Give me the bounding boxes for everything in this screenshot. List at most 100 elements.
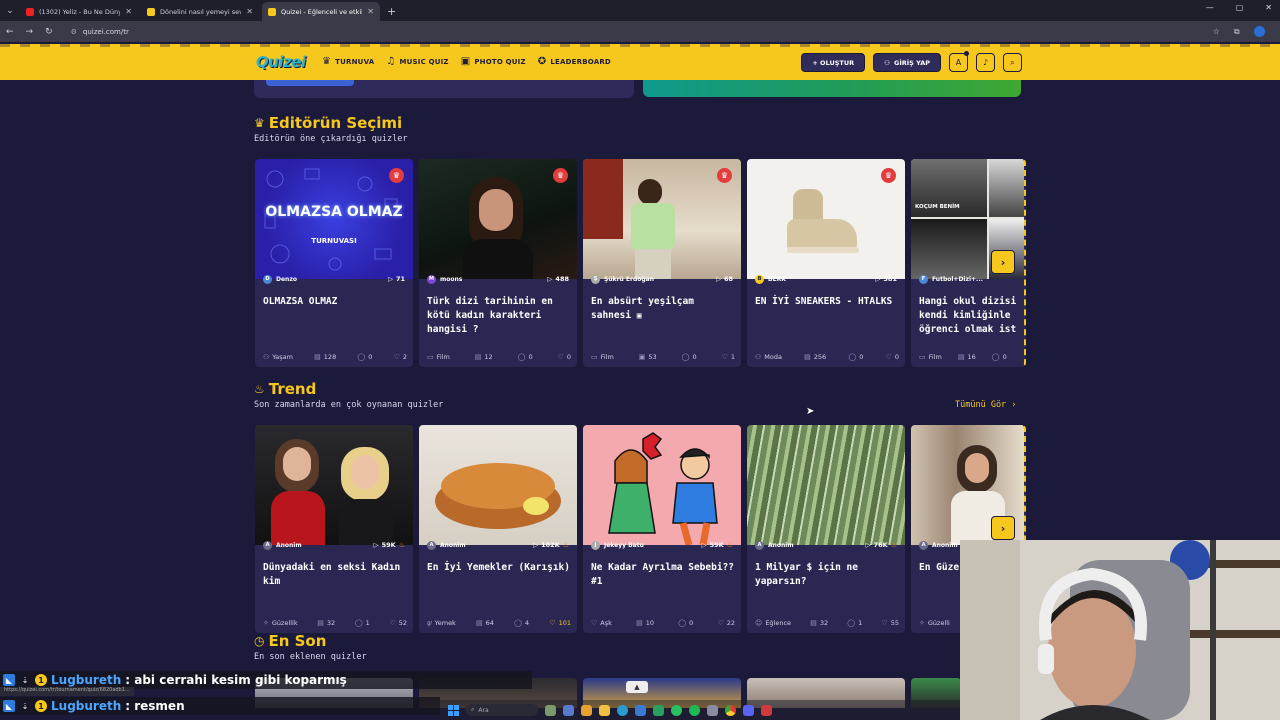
card-stats: ⚇ Yaşam ▤ 128 ◯ 0 ♡ 2 [263, 353, 407, 361]
taskbar-app-icon[interactable] [653, 704, 664, 716]
flame-icon: ♨ [254, 382, 265, 396]
minimize-icon[interactable]: — [1206, 3, 1214, 12]
close-window-icon[interactable]: ✕ [1265, 3, 1272, 12]
taskbar-app-icon[interactable] [707, 704, 718, 716]
spotify-icon[interactable] [689, 704, 700, 716]
quiz-card[interactable]: ♛ B BERK ▷ 381 EN İYİ SNEAKERS - HTALKS ⚇ M… [747, 159, 905, 367]
nav-leaderboard[interactable]: ✪ LEADERBOARD [538, 56, 611, 67]
card-author[interactable]: Mmoons [427, 274, 462, 284]
quiz-card[interactable]: A Anonim ▷ 59K ♨ Dünyadaki en seksi Kadın k… [255, 425, 413, 633]
bookmark-star-icon[interactable]: ☆ [1213, 27, 1220, 36]
comment-count-value: 0 [692, 353, 697, 361]
folder-icon[interactable] [599, 704, 610, 716]
nav-photo-quiz[interactable]: ▣ PHOTO QUIZ [461, 56, 526, 67]
login-button[interactable]: ⚇ GİRİŞ YAP [873, 53, 941, 72]
notifications-button[interactable]: ♪ [976, 53, 995, 72]
back-icon[interactable]: ← [6, 27, 14, 37]
taskbar-app-icon[interactable] [743, 704, 754, 716]
banner-left[interactable] [254, 80, 634, 98]
like-count: ♡ 2 [394, 353, 407, 361]
browser-tab-1[interactable]: (1302) Yeliz - Bu Ne Dünya Kardeşim ✕ [20, 2, 138, 21]
new-tab-button[interactable]: + [387, 5, 396, 18]
author-name: Anonim [932, 541, 958, 549]
quiz-card[interactable]: ♛ Mmoons ▷ 488 Türk dizi tarihinin en köt… [419, 159, 577, 367]
create-button[interactable]: + OLUŞTUR [801, 53, 866, 72]
question-count-value: 53 [648, 353, 657, 361]
taskbar-app-icon[interactable] [581, 704, 592, 716]
url-text: quizei.com/tr [82, 27, 129, 36]
comment-count: ◯ 0 [682, 353, 697, 361]
heart-icon: ♡ [389, 619, 396, 627]
store-icon[interactable] [635, 704, 646, 716]
avatar: D [263, 274, 272, 284]
language-button[interactable]: A [949, 51, 969, 72]
card-title[interactable]: 1 Milyar $ için ne yaparsın? [755, 561, 899, 589]
card-author[interactable]: A Anonim [427, 540, 466, 550]
extensions-icon[interactable]: ⧉ [1234, 27, 1240, 37]
category-value: Moda [764, 353, 782, 361]
see-all-link[interactable]: Tümünü Gör › [955, 400, 1016, 410]
edge-browser-icon[interactable] [617, 704, 628, 716]
card-title[interactable]: Hangi okul dizisi kendi kimliğinle öğren… [919, 295, 1018, 339]
whatsapp-icon[interactable] [671, 704, 682, 716]
card-title[interactable]: Dünyadaki en seksi Kadın kim [263, 561, 407, 589]
close-tab-icon[interactable]: ✕ [125, 7, 132, 16]
taskbar-app-icon[interactable] [563, 704, 574, 716]
nav-music-quiz[interactable]: ♫ MUSIC QUIZ [386, 56, 448, 67]
card-title[interactable]: Türk dizi tarihinin en kötü kadın karakt… [427, 295, 571, 337]
quiz-card[interactable]: ♛ Ş Şükrü Erdoğan ▷ 68 En absürt yeşilçam … [583, 159, 741, 367]
editor-crown-icon: ♛ [553, 168, 568, 183]
card-author[interactable]: B BERK [755, 274, 786, 284]
maximize-icon[interactable]: ▢ [1236, 3, 1244, 12]
banner-right[interactable] [643, 80, 1021, 97]
forward-icon[interactable]: → [26, 27, 34, 37]
taskbar-app-icon[interactable] [545, 704, 556, 716]
search-icon: ⌕ [471, 706, 475, 713]
comment-icon: ◯ [991, 353, 1000, 361]
card-author[interactable]: A Anonim [263, 540, 302, 550]
quizei-logo[interactable]: Quizei [256, 53, 306, 71]
tab-search-icon[interactable]: ⌄ [0, 1, 20, 21]
link-status-url: https://quizei.com/tr/tournament/quiz/68… [0, 687, 134, 696]
heart-icon: ♡ [885, 353, 892, 361]
category-value: Aşk [600, 619, 612, 627]
smile-icon: ☺ [755, 619, 763, 627]
card-title[interactable]: Ne Kadar Ayrılma Sebebi?? #1 [591, 561, 735, 589]
browser-tab-2[interactable]: Dönelini nasıl yemeyi seversin? ✕ [141, 2, 259, 21]
close-tab-icon[interactable]: ✕ [367, 7, 374, 16]
banner-button[interactable] [266, 80, 354, 86]
avatar: F [919, 274, 928, 284]
chrome-icon[interactable] [725, 704, 736, 716]
card-author[interactable]: J Jekeyy Batu [591, 540, 644, 550]
chat-username[interactable]: Lugbureth [51, 673, 121, 687]
browser-tab-3[interactable]: Quizei - Eğlenceli ve etkileşimli ✕ [262, 2, 380, 21]
site-info-icon[interactable]: ⚙ [71, 28, 77, 36]
card-title[interactable]: En absürt yeşilçam sahnesi ▣ [591, 295, 735, 323]
close-tab-icon[interactable]: ✕ [246, 7, 253, 16]
card-author[interactable]: F Futbol+Dizi+... [919, 274, 983, 284]
quiz-card[interactable]: J Jekeyy Batu ▷ 59K ♨ Ne Kadar Ayrılma Sebe… [583, 425, 741, 633]
play-count-value: 102K [541, 541, 560, 549]
chat-username[interactable]: Lugbureth [51, 699, 121, 713]
nav-turnuva[interactable]: ♛ TURNUVA [322, 56, 374, 67]
reload-icon[interactable]: ↻ [45, 27, 53, 37]
card-title[interactable]: EN İYİ SNEAKERS - HTALKS [755, 295, 899, 309]
search-button[interactable]: ⌕ [1003, 53, 1022, 72]
card-title[interactable]: OLMAZSA OLMAZ [263, 295, 407, 309]
card-author[interactable]: D Denzo [263, 274, 297, 284]
quiz-card[interactable]: A Anonim ▷ 76K ♨ 1 Milyar $ için ne yaparsı… [747, 425, 905, 633]
card-author[interactable]: A Anonim [755, 540, 794, 550]
card-author[interactable]: Ş Şükrü Erdoğan [591, 274, 654, 284]
card-author[interactable]: A Anonim [919, 540, 958, 550]
quiz-card[interactable]: KOÇUM BENİM › F Futbol+Dizi+... Hangi oku… [911, 159, 1026, 367]
quiz-card[interactable]: OLMAZSA OLMAZ TURNUVASI ♛ D Denzo ▷ 71 OLM… [255, 159, 413, 367]
card-title[interactable]: En İyi Yemekler (Karışık) [427, 561, 571, 575]
taskbar-app-icon[interactable] [761, 704, 772, 716]
chevron-up-icon[interactable]: ▲ [626, 681, 648, 693]
category: ▭ Film [591, 353, 614, 361]
url-field[interactable]: ⚙ quizei.com/tr [71, 24, 1201, 40]
quiz-card[interactable]: A Anonim ▷ 102K ♨ En İyi Yemekler (Karışık)… [419, 425, 577, 633]
windows-start-icon[interactable] [448, 704, 459, 716]
taskbar-search[interactable]: ⌕ Ara [466, 704, 538, 716]
profile-avatar[interactable] [1253, 26, 1265, 37]
